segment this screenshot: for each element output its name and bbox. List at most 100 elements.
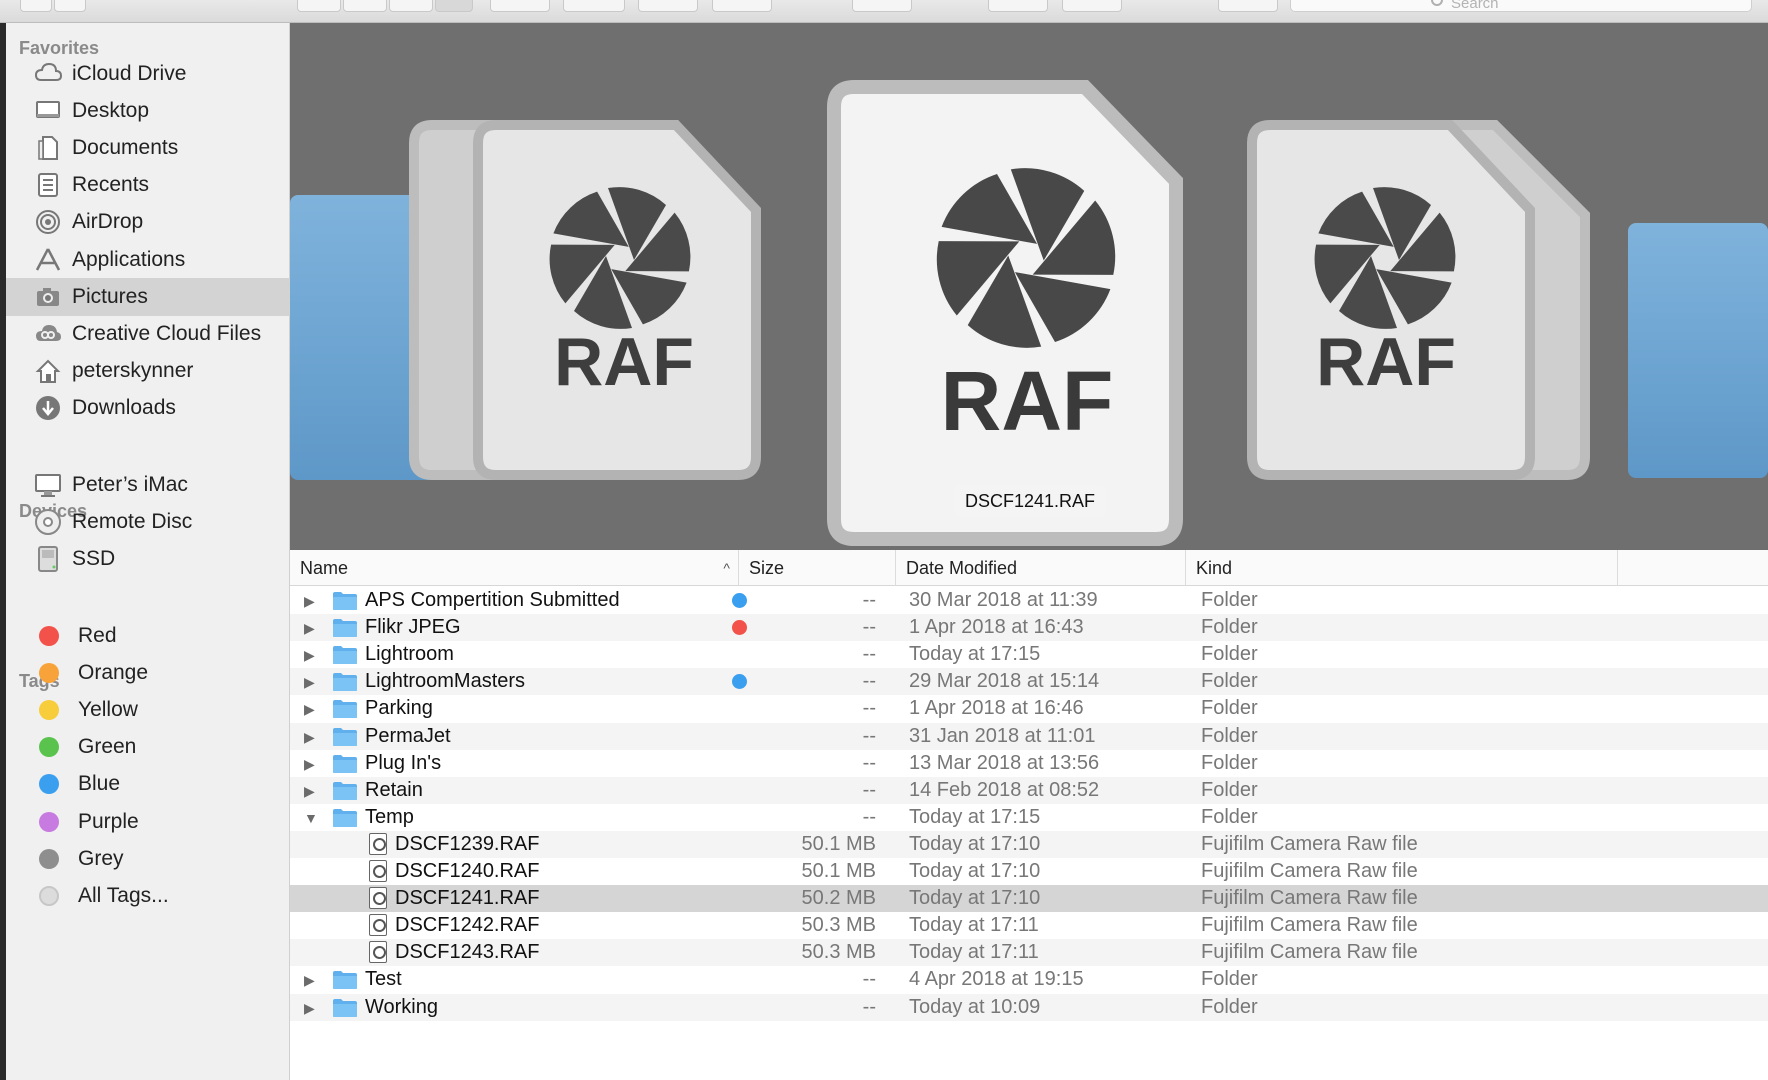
column-header-kind[interactable]: Kind: [1186, 550, 1618, 586]
sidebar-item-tag-green[interactable]: Green: [6, 728, 290, 766]
sidebar-item-recents[interactable]: Recents: [6, 166, 290, 204]
file-row[interactable]: DSCF1243.RAF 50.3 MB Today at 17:11 Fujifil…: [290, 939, 1768, 967]
folder-row[interactable]: ▶ PermaJet -- 31 Jan 2018 at 11:01 Folder: [290, 722, 1768, 750]
disclosure-collapsed-icon[interactable]: ▶: [304, 730, 318, 744]
list-view-button[interactable]: [343, 0, 387, 12]
sidebar-item-creative-cloud-files[interactable]: Creative Cloud Files: [6, 315, 290, 353]
tag-color-icon: [39, 811, 59, 832]
item-size: --: [862, 670, 876, 693]
disclosure-collapsed-icon[interactable]: ▶: [304, 757, 318, 771]
arrange-button[interactable]: [490, 0, 550, 12]
folder-icon: [333, 754, 357, 773]
sidebar-item-tag-grey[interactable]: Grey: [6, 840, 290, 878]
sidebar-item-documents[interactable]: Documents: [6, 129, 290, 167]
sidebar-item-remote-disc[interactable]: Remote Disc: [6, 503, 290, 541]
share-button[interactable]: [638, 0, 698, 12]
item-date-modified: Today at 17:11: [909, 914, 1039, 937]
item-kind: Fujifilm Camera Raw file: [1201, 914, 1418, 937]
tag-color-icon: [39, 626, 59, 646]
column-header-size[interactable]: Size: [739, 550, 896, 586]
aperture-icon: [936, 168, 1116, 348]
sidebar-item-tag-purple[interactable]: Purple: [6, 803, 290, 841]
disclosure-collapsed-icon[interactable]: ▶: [304, 594, 318, 608]
folder-row[interactable]: ▶ APS Compertition Submitted -- 30 Mar 2018…: [290, 587, 1768, 614]
sidebar-item-tag-orange[interactable]: Orange: [6, 654, 290, 692]
airdrop-button[interactable]: [988, 0, 1048, 12]
item-date-modified: 29 Mar 2018 at 15:14: [909, 670, 1100, 693]
sidebar-item-desktop[interactable]: Desktop: [6, 92, 290, 130]
item-name: APS Compertition Submitted: [365, 589, 620, 611]
sidebar-item-tag-blue[interactable]: Blue: [6, 765, 290, 803]
folder-row[interactable]: ▶ Plug In's -- 13 Mar 2018 at 13:56 Folder: [290, 750, 1768, 777]
forward-button[interactable]: [54, 0, 86, 12]
search-field[interactable]: Search: [1290, 0, 1752, 12]
folder-preview-right: [1628, 223, 1768, 478]
folder-row[interactable]: ▼ Temp -- Today at 17:15 Folder: [290, 804, 1768, 831]
disclosure-collapsed-icon[interactable]: ▶: [304, 648, 318, 662]
disclosure-collapsed-icon[interactable]: ▶: [304, 1001, 318, 1015]
sidebar-item-label: Grey: [78, 846, 124, 870]
path-button[interactable]: [1218, 0, 1278, 12]
folder-icon: [333, 998, 357, 1017]
sidebar-item-label: Remote Disc: [72, 510, 193, 534]
column-header-name[interactable]: Name ^: [290, 550, 739, 586]
sidebar-item-icloud-drive[interactable]: iCloud Drive: [6, 55, 290, 93]
cover-flow-button[interactable]: [435, 0, 473, 12]
tag-color-icon: [39, 885, 59, 906]
item-date-modified: Today at 17:10: [909, 887, 1041, 910]
lock-button[interactable]: [1062, 0, 1122, 12]
folder-icon: [333, 592, 357, 610]
folder-row[interactable]: ▶ LightroomMasters -- 29 Mar 2018 at 15:14 F…: [290, 668, 1768, 696]
file-type-label: RAF: [940, 354, 1114, 448]
item-kind: Folder: [1201, 670, 1258, 693]
quick-look-button[interactable]: [852, 0, 912, 12]
camera-icon: [33, 282, 63, 312]
item-name: Retain: [365, 778, 423, 801]
sidebar-item-ssd[interactable]: SSD: [6, 540, 290, 578]
item-size: 50.3 MB: [801, 941, 876, 964]
disclosure-collapsed-icon[interactable]: ▶: [304, 973, 318, 987]
sidebar-item-downloads[interactable]: Downloads: [6, 389, 290, 427]
folder-row[interactable]: ▶ Flikr JPEG -- 1 Apr 2018 at 16:43 Folder: [290, 614, 1768, 642]
file-row[interactable]: DSCF1242.RAF 50.3 MB Today at 17:11 Fujifil…: [290, 912, 1768, 939]
item-name: Temp: [365, 805, 414, 828]
column-header-date[interactable]: Date Modified: [896, 550, 1186, 586]
folder-icon: [333, 727, 357, 746]
file-row[interactable]: DSCF1240.RAF 50.1 MB Today at 17:10 Fujifil…: [290, 858, 1768, 885]
sidebar-item-airdrop[interactable]: AirDrop: [6, 203, 290, 241]
folder-row[interactable]: ▶ Parking -- 1 Apr 2018 at 16:46 Folder: [290, 695, 1768, 722]
sidebar-item-applications[interactable]: Applications: [6, 241, 290, 279]
item-size: 50.1 MB: [801, 832, 876, 855]
edit-tags-button[interactable]: [712, 0, 772, 12]
column-view-button[interactable]: [389, 0, 433, 12]
sidebar-item-pictures[interactable]: Pictures: [6, 277, 290, 316]
sidebar-item-tag-yellow[interactable]: Yellow: [6, 691, 290, 729]
disclosure-collapsed-icon[interactable]: ▶: [304, 784, 318, 798]
raf-file-icon: [369, 941, 387, 964]
file-list: Name ^ Size Date Modified Kind ▶ APS Comp…: [290, 550, 1768, 1080]
sidebar-item-tag-red[interactable]: Red: [6, 617, 290, 655]
action-button[interactable]: [563, 0, 625, 12]
sidebar-item-label: iCloud Drive: [72, 62, 187, 85]
disclosure-expanded-icon[interactable]: ▼: [304, 811, 318, 825]
raf-file-icon: [369, 914, 387, 937]
folder-row[interactable]: ▶ Lightroom -- Today at 17:15 Folder: [290, 641, 1768, 668]
item-name: Flikr JPEG: [365, 616, 461, 639]
folder-row[interactable]: ▶ Working -- Today at 10:09 Folder: [290, 993, 1768, 1021]
disclosure-collapsed-icon[interactable]: ▶: [304, 675, 318, 689]
folder-row[interactable]: ▶ Retain -- 14 Feb 2018 at 08:52 Folder: [290, 776, 1768, 804]
item-kind: Folder: [1201, 589, 1258, 611]
disclosure-collapsed-icon[interactable]: ▶: [304, 702, 318, 716]
sidebar-item-tag-all-tags[interactable]: All Tags...: [6, 877, 290, 915]
cloud-icon: [33, 59, 63, 89]
sidebar-item-label: SSD: [72, 547, 116, 571]
file-row[interactable]: DSCF1241.RAF 50.2 MB Today at 17:10 Fujifil…: [290, 885, 1768, 913]
sidebar-item-peter-s-imac[interactable]: Peter’s iMac: [6, 466, 290, 504]
item-name: Test: [365, 968, 402, 991]
disclosure-collapsed-icon[interactable]: ▶: [304, 621, 318, 635]
file-row[interactable]: DSCF1239.RAF 50.1 MB Today at 17:10 Fujifil…: [290, 830, 1768, 858]
sidebar-item-peterskynner[interactable]: peterskynner: [6, 352, 290, 390]
icon-view-button[interactable]: [297, 0, 341, 12]
folder-row[interactable]: ▶ Test -- 4 Apr 2018 at 19:15 Folder: [290, 966, 1768, 993]
back-button[interactable]: [20, 0, 52, 12]
